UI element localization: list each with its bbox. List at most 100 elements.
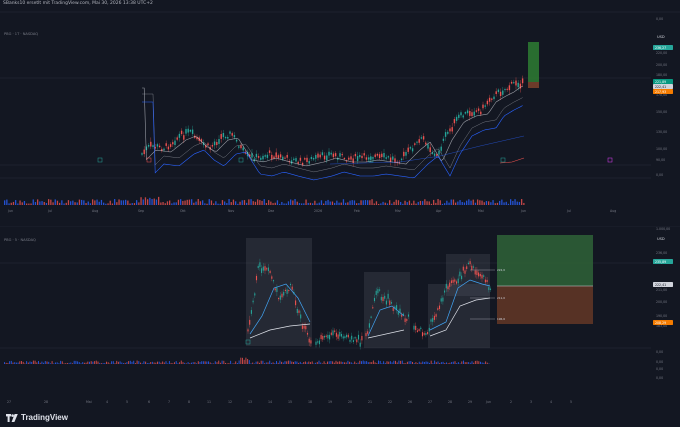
volume-bar — [44, 361, 46, 364]
candle — [147, 144, 150, 147]
volume-bar — [215, 201, 217, 205]
volume-bar — [109, 363, 111, 364]
volume-bar — [163, 362, 165, 364]
tradingview-brand: TradingView — [21, 413, 68, 422]
daily-chart-pane[interactable]: PBG · 1T · NASDAQ 0,00 220,00 200,00 180,00 1… — [0, 8, 680, 213]
volume-bar — [388, 361, 390, 364]
price-badge-label: 217,93 — [655, 90, 666, 94]
long-position-stop[interactable] — [528, 82, 539, 88]
candle — [167, 146, 170, 150]
volume-bar — [454, 361, 456, 364]
pane2-price-tick: 190,00 — [656, 314, 667, 318]
candle — [207, 143, 209, 146]
candle — [403, 151, 405, 157]
volume-bar — [345, 202, 347, 205]
volume-bar — [216, 362, 218, 364]
volume-bar — [269, 360, 271, 364]
volume-bar — [26, 203, 28, 205]
candle — [354, 153, 357, 157]
volume-bar — [447, 363, 449, 364]
volume-bar — [476, 360, 478, 364]
volume-bar — [292, 200, 294, 205]
candle — [510, 81, 513, 84]
pane2-price-tick: 1.000,00 — [656, 227, 670, 231]
volume-bar — [442, 361, 444, 364]
volume-bar — [485, 201, 488, 205]
volume-bar — [26, 361, 28, 364]
volume-bar — [426, 201, 428, 205]
position-profit-zone[interactable] — [497, 235, 593, 286]
pane1-price-tick: 100,00 — [656, 147, 667, 151]
volume-bar — [96, 199, 98, 205]
volume-bar — [516, 201, 518, 205]
candle — [340, 333, 343, 337]
candle — [499, 91, 502, 97]
candle — [281, 293, 283, 298]
volume-bar — [4, 200, 6, 205]
position-loss-zone[interactable] — [497, 286, 593, 324]
volume-bar — [202, 361, 204, 364]
candle — [191, 129, 194, 134]
candle — [351, 335, 353, 340]
volume-bar — [164, 203, 166, 205]
pane1-time-tick: Okt — [180, 209, 186, 213]
volume-bar — [193, 202, 195, 205]
long-position-target[interactable] — [528, 42, 539, 82]
volume-bar — [209, 362, 211, 364]
volume-bar — [226, 203, 228, 205]
volume-bar — [344, 362, 345, 364]
session-band — [446, 254, 490, 296]
pane1-time-tick: Apr — [436, 209, 442, 213]
intraday-chart-pane[interactable]: PBG · 5 · NASDAQUSD1.000,00236,00222,002… — [0, 226, 680, 410]
volume-bar — [146, 363, 148, 364]
volume-bar — [327, 361, 328, 364]
volume-bar — [403, 363, 405, 364]
volume-bar — [95, 360, 97, 364]
candle — [250, 310, 252, 314]
volume-bar — [169, 200, 171, 205]
volume-bar — [4, 362, 5, 364]
volume-bar — [400, 360, 402, 364]
pane1-price-tick: 0,00 — [656, 17, 663, 21]
volume-bar — [175, 202, 177, 205]
candle — [321, 152, 324, 156]
candle — [508, 85, 511, 91]
volume-bar — [510, 199, 512, 205]
volume-bar — [114, 363, 116, 364]
candle — [165, 143, 167, 146]
candle — [435, 314, 437, 317]
candle — [275, 152, 277, 158]
volume-bar — [155, 362, 157, 364]
candle — [447, 131, 449, 134]
candle — [428, 327, 430, 332]
pane2-price-tick: 0,00 — [656, 376, 663, 380]
volume-bar — [318, 360, 320, 364]
volume-bar — [371, 199, 373, 205]
pane1-time-tick: Jun — [7, 209, 13, 213]
candle — [392, 156, 394, 160]
volume-bar — [217, 203, 219, 205]
candle — [517, 82, 519, 88]
volume-bar — [236, 362, 238, 364]
candle — [379, 289, 381, 291]
volume-bar — [312, 203, 314, 205]
pane2-time-tick: 3 — [530, 400, 532, 404]
volume-bar — [173, 202, 175, 205]
candle — [433, 315, 435, 320]
volume-bar — [67, 200, 70, 205]
candle — [279, 295, 281, 300]
volume-bar — [314, 200, 316, 205]
volume-bar — [267, 362, 269, 364]
tradingview-logo[interactable]: TradingView — [6, 413, 68, 422]
volume-bar — [435, 202, 437, 205]
pane1-price-tick: 200,00 — [656, 63, 667, 67]
candle — [216, 142, 218, 146]
volume-bar — [41, 361, 43, 364]
volume-bar — [296, 361, 298, 364]
volume-bar — [240, 357, 242, 364]
volume-bar — [7, 363, 9, 364]
candle — [392, 307, 394, 311]
volume-bar — [247, 359, 249, 364]
pane2-price-tick: 200,00 — [656, 300, 667, 304]
candle — [440, 298, 442, 302]
